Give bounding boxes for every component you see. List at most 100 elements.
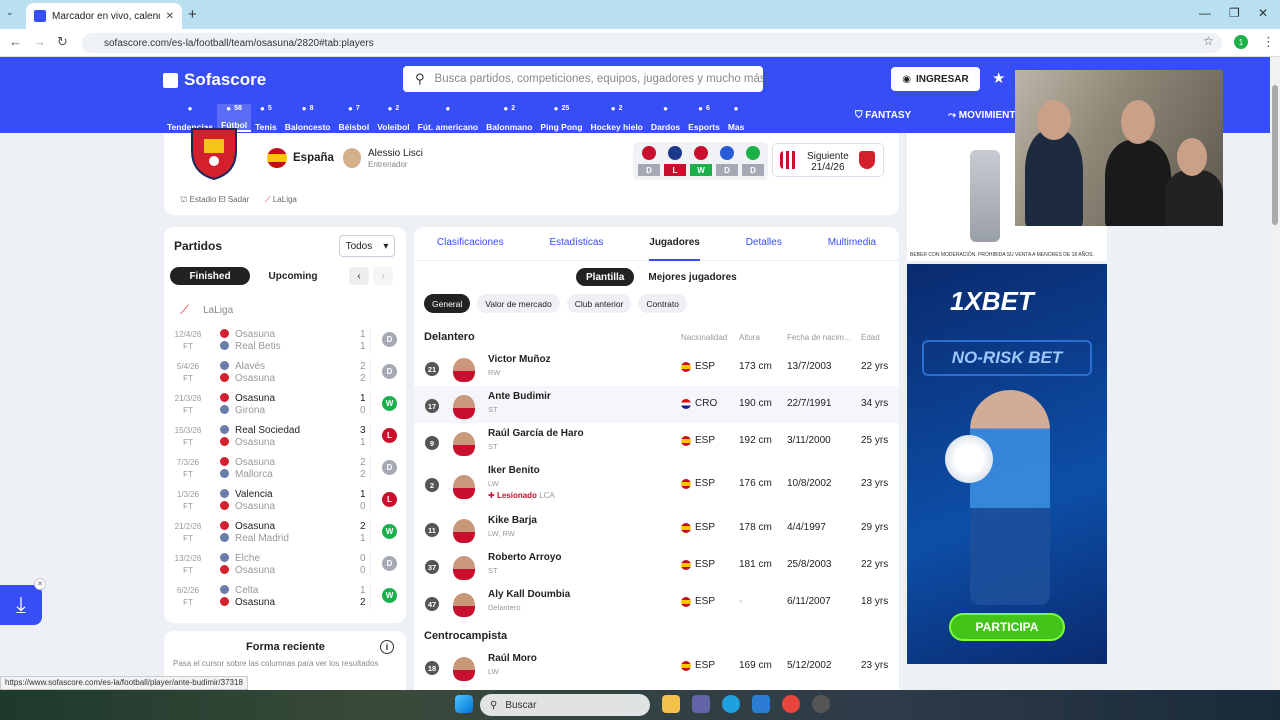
form-result[interactable]: D [742,164,764,176]
tab-upcoming[interactable]: Upcoming [253,267,333,285]
sport-tab-8[interactable]: ● 25 Ping Pong [536,104,586,132]
new-tab-icon[interactable]: + [188,6,197,23]
filter-chip-2[interactable]: Club anterior [566,294,632,313]
match-row[interactable]: 13/2/26 FT Elche 0 Osasuna 0 D [164,551,406,583]
browser-menu-icon[interactable]: ⋮ [1262,34,1275,50]
transfers-link[interactable]: ⤳ MOVIMIENT [948,110,1015,121]
restore-icon[interactable]: ❐ [1229,6,1240,20]
tab-search-icon[interactable]: ⌄ [6,7,14,18]
match-row[interactable]: 5/4/26 FT Alavés 2 Osasuna 2 D [164,359,406,391]
form-result[interactable]: W [690,164,712,176]
sofascore-logo[interactable]: Sofascore [163,70,266,90]
player-name[interactable]: Iker Benito [488,465,540,476]
url-field[interactable]: sofascore.com/es-la/football/team/osasun… [82,33,1222,53]
file-explorer-icon[interactable] [662,695,680,713]
forward-icon[interactable]: → [33,34,46,49]
team-venue[interactable]: ⛫ Estadio El Sadar [180,195,249,205]
sport-tab-11[interactable]: ● 6 Esports [684,104,724,132]
player-name[interactable]: Raúl García de Haro [488,428,584,439]
player-name[interactable]: Roberto Arroyo [488,552,562,563]
player-row[interactable]: 18 Raúl Moro LW ESP 169 cm 5/12/2002 23 yrs [414,648,899,685]
match-row[interactable]: 12/4/26 FT Osasuna 1 Real Betis 1 D [164,327,406,359]
download-icon[interactable]: ⤓ [0,585,42,625]
match-row[interactable]: 7/3/26 FT Osasuna 2 Mallorca 2 D [164,455,406,487]
player-row[interactable]: 9 Raúl García de Haro ST ESP 192 cm 3/11/2000… [414,423,899,460]
sport-tab-7[interactable]: ● 2 Balonmano [482,104,536,132]
filter-chip-3[interactable]: Contrato [638,294,687,313]
player-row[interactable]: 17 Ante Budimir ST CRO 190 cm 22/7/1991 34 yrs [414,386,899,423]
chrome-icon[interactable] [782,695,800,713]
form-result[interactable]: L [664,164,686,176]
segment-0[interactable]: Plantilla [576,268,635,286]
team-crest-icon [220,373,229,382]
store-icon[interactable] [752,695,770,713]
search-input[interactable]: ⚲ Busca partidos, competiciones, equipos… [403,66,763,92]
close-window-icon[interactable]: ✕ [1258,6,1268,20]
tab-4[interactable]: Multimedia [828,231,876,261]
form-result[interactable]: D [638,164,660,176]
profile-avatar[interactable]: 1 [1234,35,1248,49]
teams-icon[interactable] [692,695,710,713]
match-row[interactable]: 21/2/26 FT Osasuna 2 Real Madrid 1 W [164,519,406,551]
app-icon[interactable] [812,695,830,713]
favorites-star-icon[interactable]: ★ [992,69,1005,87]
matches-filter-select[interactable]: Todos ▾ [339,235,395,257]
matches-league-row[interactable]: ⟋ LaLiga [180,302,233,318]
windows-start-icon[interactable] [455,695,473,713]
match-row[interactable]: 1/3/26 FT Valencia 1 Osasuna 0 L [164,487,406,519]
player-position: ST [488,566,498,575]
divider [370,457,371,481]
player-name[interactable]: Kike Barja [488,515,537,526]
player-name[interactable]: Victor Muñoz [488,354,551,365]
minimize-icon[interactable]: — [1199,6,1211,20]
player-row[interactable]: 37 Roberto Arroyo ST ESP 181 cm 25/8/2003 22 y… [414,547,899,584]
bookmark-star-icon[interactable]: ☆ [1203,34,1214,48]
close-download-icon[interactable]: ✕ [34,578,46,590]
team-country[interactable]: España [293,152,334,164]
match-row[interactable]: 15/3/26 FT Real Sociedad 3 Osasuna 1 L [164,423,406,455]
reload-icon[interactable]: ↻ [57,34,68,50]
sport-tab-6[interactable]: ● Fút. americano [414,104,482,132]
filter-chip-0[interactable]: General [424,294,471,313]
match-row[interactable]: 21/3/26 FT Osasuna 1 Girona 0 W [164,391,406,423]
player-row[interactable]: 2 Iker Benito LW ✚ Lesionado LCA ESP 176 cm 10… [414,460,899,510]
team-league[interactable]: ⟋ LaLiga [265,195,297,205]
form-result[interactable]: D [716,164,738,176]
scrollbar-thumb[interactable] [1272,85,1278,225]
browser-tab[interactable]: Marcador en vivo, calendario y ✕ [26,3,182,29]
player-row[interactable]: 47 Aly Kall Doumbia Delantero ESP - 6/11/2007… [414,584,899,621]
segment-1[interactable]: Mejores jugadores [638,268,746,286]
sport-tab-2[interactable]: ● 5 Tenis [251,104,281,132]
sport-tab-9[interactable]: ● 2 Hockey hielo [586,104,646,132]
close-tab-icon[interactable]: ✕ [166,11,174,22]
tab-2[interactable]: Jugadores [649,231,700,261]
coach-name[interactable]: Alessio Lisci [368,148,423,159]
filter-chip-1[interactable]: Valor de mercado [477,294,560,313]
ad-cta-button[interactable]: PARTICIPA [949,613,1065,641]
chevron-left-icon[interactable]: ‹ [349,267,369,285]
player-name[interactable]: Ante Budimir [488,391,551,402]
fantasy-link[interactable]: ⛉ FANTASY [855,110,911,121]
info-icon[interactable]: i [380,640,394,654]
sport-tab-4[interactable]: ● 7 Béisbol [335,104,374,132]
player-row[interactable]: 11 Kike Barja LW, RW ESP 178 cm 4/4/1997 29 yr… [414,510,899,547]
tab-1[interactable]: Estadísticas [549,231,603,261]
team-home: Alavés [220,361,265,372]
tab-3[interactable]: Detalles [746,231,782,261]
player-name[interactable]: Aly Kall Doumbia [488,589,570,600]
sport-label: Balonmano [486,122,533,132]
sport-tab-5[interactable]: ● 2 Voleibol [373,104,413,132]
player-row[interactable]: 21 Victor Muñoz RW ESP 173 cm 13/7/2003 22 yrs [414,349,899,386]
back-icon[interactable]: ← [9,34,22,49]
tab-0[interactable]: Clasificaciones [437,231,504,261]
sport-tab-3[interactable]: ● 8 Baloncesto [281,104,335,132]
sport-tab-10[interactable]: ● Dardos [647,104,684,132]
chevron-right-icon[interactable]: › [373,267,393,285]
match-row[interactable]: 6/2/26 FT Celta 1 Osasuna 2 W [164,583,406,615]
edge-icon[interactable] [722,695,740,713]
tab-finished[interactable]: Finished [170,267,250,285]
player-name[interactable]: Raúl Moro [488,653,537,664]
login-button[interactable]: ◉ INGRESAR [891,67,980,91]
taskbar-search[interactable]: ⚲ Buscar [480,694,650,716]
sport-tab-12[interactable]: ● Mas [724,104,749,132]
